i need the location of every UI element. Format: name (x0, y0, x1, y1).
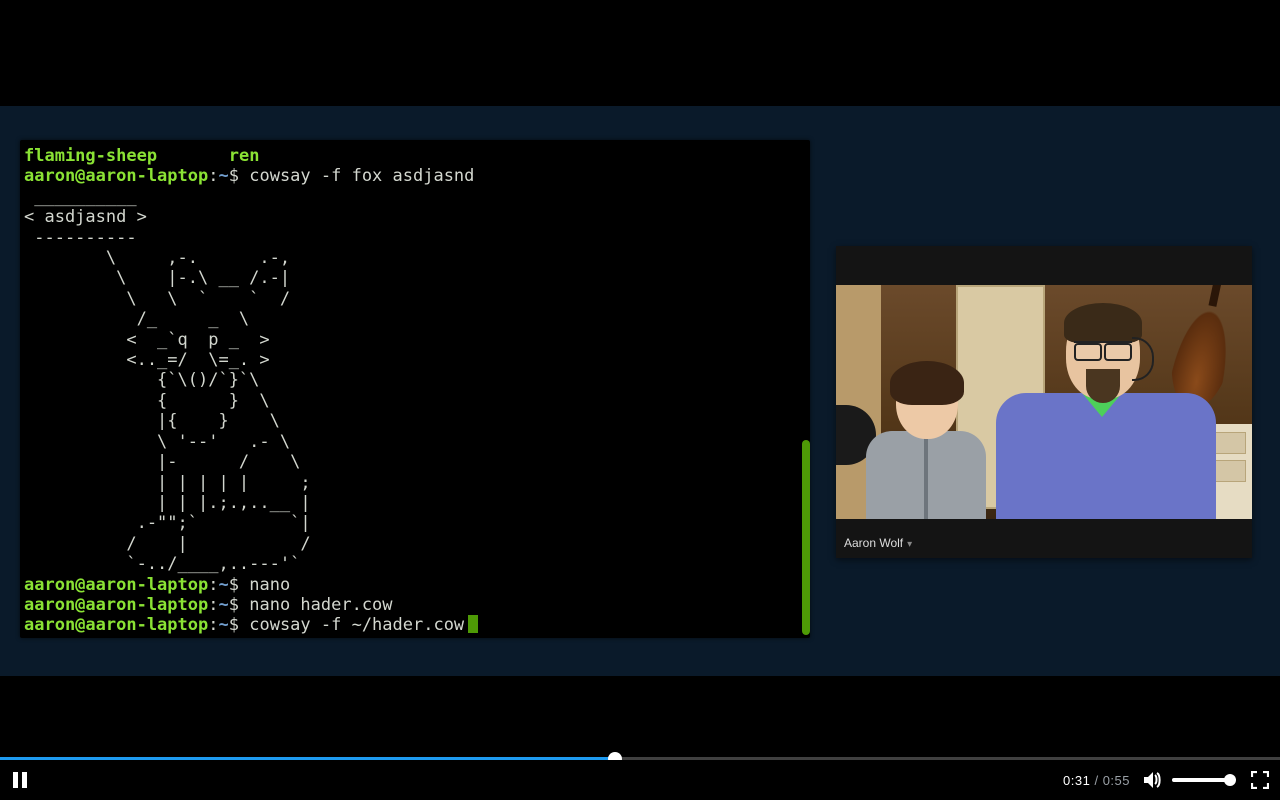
pause-button[interactable] (0, 760, 40, 800)
time-display: 0:31 / 0:55 (1063, 773, 1136, 788)
pause-icon (11, 771, 29, 789)
fullscreen-button[interactable] (1240, 760, 1280, 800)
caption-dropdown-icon[interactable]: ▾ (907, 539, 912, 550)
terminal-window[interactable]: flaming-sheep ren aaron@aaron-laptop:~$ … (20, 140, 810, 638)
webcam-caption: Aaron Wolf▾ (844, 536, 912, 550)
volume-button[interactable] (1136, 760, 1168, 800)
volume-icon (1142, 770, 1162, 790)
terminal-cursor (468, 615, 478, 633)
terminal-output: flaming-sheep ren aaron@aaron-laptop:~$ … (20, 140, 810, 636)
video-controls: 0:31 / 0:55 (0, 760, 1280, 800)
volume-slider[interactable] (1172, 778, 1230, 782)
webcam-panel: Aaron Wolf▾ (836, 246, 1252, 558)
terminal-scrollbar[interactable] (802, 440, 810, 635)
webcam-video (836, 285, 1252, 519)
fullscreen-icon (1251, 771, 1269, 789)
